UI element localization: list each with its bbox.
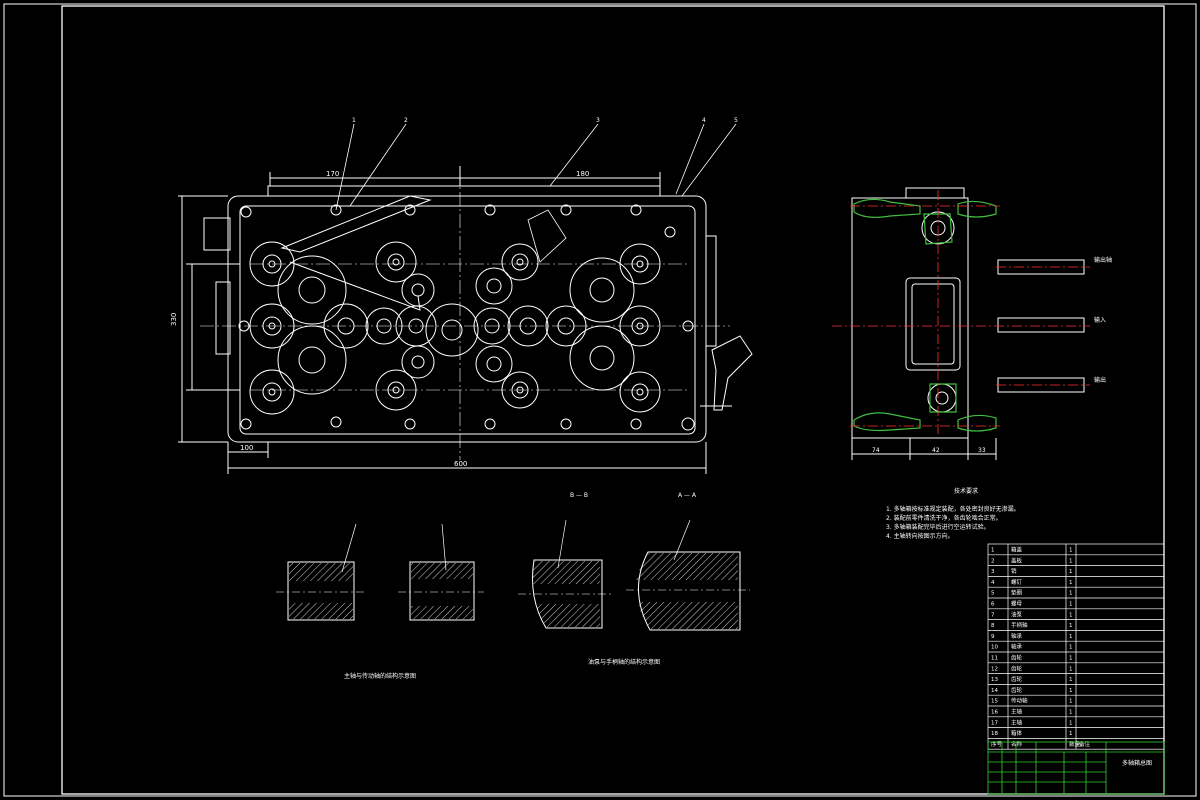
section-a-label: A — A bbox=[678, 492, 697, 499]
parts-table-cell: 齿轮 bbox=[1011, 664, 1023, 672]
note-3: 3. 多轴箱装配完毕后进行空运转试验。 bbox=[886, 523, 990, 531]
parts-table-cell: 11 bbox=[991, 656, 998, 662]
side-label-2: 输入 bbox=[1094, 316, 1106, 324]
parts-table-cell: 5 bbox=[991, 591, 995, 597]
parts-table-cell: 7 bbox=[991, 612, 995, 618]
dim-top-right: 180 bbox=[576, 170, 589, 178]
notes-title: 技术要求 bbox=[954, 487, 978, 495]
parts-table-cell: 15 bbox=[991, 699, 998, 705]
parts-table-cell: 1 bbox=[1069, 558, 1073, 564]
parts-table-cell: 1 bbox=[1069, 612, 1073, 618]
parts-table-cell: 主轴 bbox=[1011, 718, 1023, 726]
parts-table-cell: 9 bbox=[991, 634, 995, 640]
balloon-2: 2 bbox=[404, 117, 408, 124]
parts-table-cell: 轴承 bbox=[1011, 632, 1023, 640]
parts-table-cell: 轴承 bbox=[1011, 643, 1023, 651]
parts-table-cell: 螺母 bbox=[1011, 600, 1023, 608]
parts-table-header-cell: 名称 bbox=[1011, 740, 1023, 748]
parts-table-cell: 1 bbox=[1069, 602, 1073, 608]
parts-table-cell: 2 bbox=[991, 558, 995, 564]
note-1: 1. 多轴箱按标准规定装配，各处密封良好无渗漏。 bbox=[886, 505, 1020, 513]
parts-table-header-cell: 备注 bbox=[1079, 740, 1091, 748]
parts-table-cell: 销 bbox=[1011, 567, 1017, 575]
note-2: 2. 装配前零件清洗干净，各齿轮啮合正常。 bbox=[886, 514, 1002, 522]
parts-table-cell: 垫圈 bbox=[1011, 589, 1023, 597]
parts-table-cell: 13 bbox=[991, 677, 998, 683]
parts-table-cell: 12 bbox=[991, 666, 998, 672]
caption-2: 油泵与手柄轴的结构示意图 bbox=[588, 658, 660, 666]
title-block-title: 多轴箱总图 bbox=[1122, 759, 1152, 767]
balloon-4: 4 bbox=[702, 117, 706, 124]
parts-table-cell: 盖板 bbox=[1011, 556, 1023, 564]
dim-height: 330 bbox=[170, 313, 178, 326]
parts-table-cell: 1 bbox=[1069, 731, 1073, 737]
parts-table-cell: 手柄轴 bbox=[1011, 621, 1028, 629]
balloon-3: 3 bbox=[596, 117, 600, 124]
parts-table-cell: 6 bbox=[991, 602, 995, 608]
parts-table-cell: 4 bbox=[991, 580, 995, 586]
parts-table-cell: 箱体 bbox=[1011, 729, 1023, 737]
parts-table-cell: 14 bbox=[991, 688, 998, 694]
parts-table-cell: 1 bbox=[1069, 699, 1073, 705]
balloon-1: 1 bbox=[352, 117, 356, 124]
parts-table-cell: 17 bbox=[991, 720, 998, 726]
parts-table-cell: 18 bbox=[991, 731, 998, 737]
parts-table-cell: 1 bbox=[1069, 688, 1073, 694]
side-dim-1: 74 bbox=[872, 447, 880, 454]
dim-left: 100 bbox=[240, 444, 253, 452]
side-label-1: 输出轴 bbox=[1094, 256, 1112, 264]
section-b-label: B — B bbox=[570, 492, 588, 499]
parts-table-cell: 1 bbox=[1069, 656, 1073, 662]
dim-top-left: 170 bbox=[326, 170, 339, 178]
caption-1: 主轴与传动轴的结构示意图 bbox=[344, 672, 416, 680]
parts-table-cell: 8 bbox=[991, 623, 995, 629]
parts-table-cell: 齿轮 bbox=[1011, 675, 1023, 683]
side-dim-2: 42 bbox=[932, 447, 940, 454]
parts-table-cell: 1 bbox=[991, 548, 995, 554]
parts-table-cell: 箱盖 bbox=[1011, 546, 1023, 554]
parts-table-cell: 传动轴 bbox=[1011, 697, 1028, 705]
dim-width: 600 bbox=[454, 460, 467, 468]
parts-table-cell: 主轴 bbox=[1011, 708, 1023, 716]
parts-table-cell: 10 bbox=[991, 645, 998, 651]
parts-table-cell: 1 bbox=[1069, 548, 1073, 554]
parts-table-cell: 1 bbox=[1069, 645, 1073, 651]
parts-table-cell: 齿轮 bbox=[1011, 686, 1023, 694]
parts-table-cell: 1 bbox=[1069, 720, 1073, 726]
parts-table-cell: 1 bbox=[1069, 634, 1073, 640]
balloon-5: 5 bbox=[734, 117, 738, 124]
parts-table-cell: 16 bbox=[991, 710, 998, 716]
parts-table-cell: 1 bbox=[1069, 666, 1073, 672]
parts-table-cell: 3 bbox=[991, 569, 995, 575]
parts-table-cell: 1 bbox=[1069, 569, 1073, 575]
parts-table-cell: 油泵 bbox=[1011, 610, 1023, 618]
parts-table-cell: 齿轮 bbox=[1011, 654, 1023, 662]
parts-table-cell: 1 bbox=[1069, 710, 1073, 716]
parts-table-cell: 螺钉 bbox=[1011, 578, 1023, 586]
cad-drawing: 1 2 3 4 5 600 330 100 170 180 74 42 33 输… bbox=[0, 0, 1200, 800]
side-label-3: 输出 bbox=[1094, 376, 1106, 384]
parts-table-header-cell: 序号 bbox=[991, 740, 1003, 748]
parts-table-cell: 1 bbox=[1069, 580, 1073, 586]
parts-table-cell: 1 bbox=[1069, 623, 1073, 629]
parts-table-cell: 1 bbox=[1069, 677, 1073, 683]
side-dim-3: 33 bbox=[978, 447, 986, 454]
note-4: 4. 主轴转向按图示方向。 bbox=[886, 532, 954, 540]
parts-table-cell: 1 bbox=[1069, 591, 1073, 597]
